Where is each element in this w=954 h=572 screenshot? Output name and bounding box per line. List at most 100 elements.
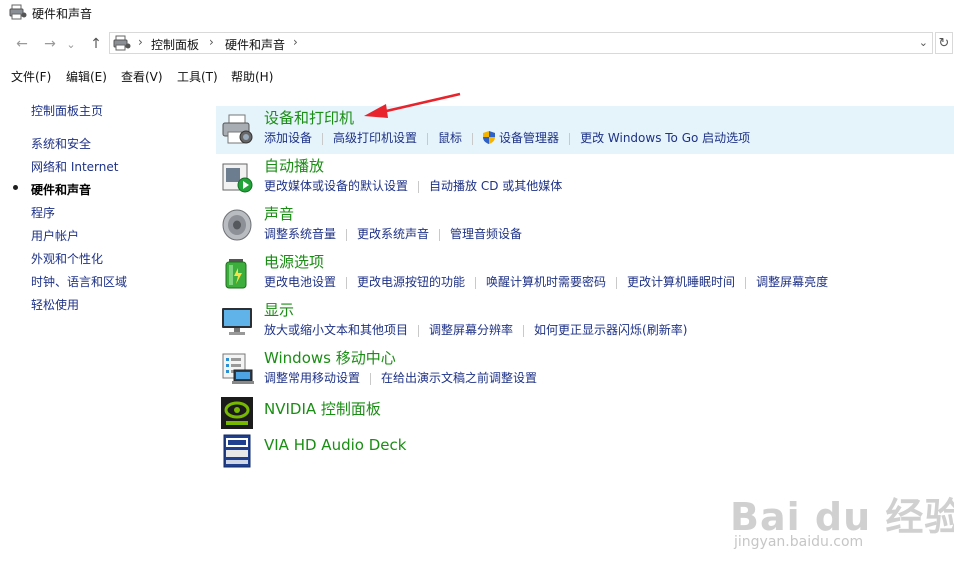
sidebar-item-ease-of-access[interactable]: 轻松使用 [31, 296, 79, 313]
category-title[interactable]: VIA HD Audio Deck [264, 436, 406, 454]
menu-help[interactable]: 帮助(H) [231, 68, 273, 85]
link-mouse[interactable]: 鼠标 [438, 131, 462, 145]
divider [346, 228, 348, 241]
mobility-center-icon [222, 353, 254, 384]
breadcrumb-chevron-icon[interactable]: › [138, 35, 143, 49]
back-button[interactable]: ← [12, 34, 32, 54]
watermark-url: jingyan.baidu.com [734, 534, 864, 550]
category-links: 更改电池设置 更改电源按钮的功能 唤醒计算机时需要密码 更改计算机睡眠时间 调整屏幕亮度 [264, 273, 828, 290]
breadcrumb-chevron-icon[interactable]: › [209, 35, 214, 49]
divider [346, 276, 348, 289]
category-title[interactable]: 声音 [264, 203, 294, 224]
link-device-manager[interactable]: 设备管理器 [499, 131, 559, 145]
category-title[interactable]: 设备和打印机 [264, 107, 354, 128]
link-change-sounds[interactable]: 更改系统声音 [357, 227, 429, 241]
link-adjust-volume[interactable]: 调整系统音量 [264, 227, 336, 241]
sidebar: 控制面板主页 系统和安全 网络和 Internet 硬件和声音 程序 用户帐户 … [0, 96, 210, 572]
up-button[interactable]: ↑ [86, 34, 106, 54]
speaker-icon [222, 209, 252, 241]
battery-icon [225, 259, 247, 289]
back-arrow-icon: ← [16, 36, 28, 52]
recent-locations-button[interactable]: ⌄ [64, 34, 78, 54]
category-links: 调整系统音量 更改系统声音 管理音频设备 [264, 225, 522, 242]
divider [523, 324, 525, 337]
shield-icon [483, 131, 496, 144]
divider [569, 132, 571, 145]
link-battery-settings[interactable]: 更改电池设置 [264, 275, 336, 289]
link-sleep-time[interactable]: 更改计算机睡眠时间 [627, 275, 735, 289]
control-panel-icon [113, 35, 131, 51]
sidebar-item-appearance[interactable]: 外观和个性化 [31, 250, 103, 267]
window-title: 硬件和声音 [32, 7, 93, 21]
up-arrow-icon: ↑ [90, 36, 102, 52]
menu-tools[interactable]: 工具(T) [177, 68, 218, 85]
divider [427, 132, 429, 145]
divider [439, 228, 441, 241]
divider [616, 276, 618, 289]
sidebar-item-clock-region[interactable]: 时钟、语言和区域 [31, 273, 127, 290]
address-dropdown-icon[interactable]: ⌄ [919, 36, 928, 49]
navigation-bar: ← → ⌄ ↑ › 控制面板 › 硬件和声音 › ⌄ ↻ [0, 30, 954, 58]
category-title[interactable]: Windows 移动中心 [264, 347, 396, 368]
link-presentation-settings[interactable]: 在给出演示文稿之前调整设置 [381, 371, 537, 385]
menu-file[interactable]: 文件(F) [11, 68, 51, 85]
menu-bar: 文件(F) 编辑(E) 查看(V) 工具(T) 帮助(H) [0, 64, 954, 86]
category-mobility-center: Windows 移动中心 调整常用移动设置 在给出演示文稿之前调整设置 [216, 346, 954, 394]
watermark-logo: Bai du 经验 [730, 495, 954, 539]
breadcrumb-control-panel[interactable]: 控制面板 [151, 36, 199, 53]
link-text-size[interactable]: 放大或缩小文本和其他项目 [264, 323, 408, 337]
divider [418, 180, 420, 193]
category-sound: 声音 调整系统音量 更改系统声音 管理音频设备 [216, 202, 954, 250]
menu-edit[interactable]: 编辑(E) [66, 68, 107, 85]
category-display: 显示 放大或缩小文本和其他项目 调整屏幕分辨率 如何更正显示器闪烁(刷新率) [216, 298, 954, 346]
divider [745, 276, 747, 289]
divider [370, 372, 372, 385]
link-mobility-settings[interactable]: 调整常用移动设置 [264, 371, 360, 385]
sidebar-item-home[interactable]: 控制面板主页 [31, 102, 103, 119]
printer-camera-icon [222, 114, 253, 144]
category-links: 添加设备 高级打印机设置 鼠标 设备管理器 更改 Windows To Go 启动选项 [264, 129, 750, 146]
category-title[interactable]: 电源选项 [264, 251, 324, 272]
nvidia-icon [221, 397, 253, 429]
category-title[interactable]: 显示 [264, 299, 294, 320]
menu-view[interactable]: 查看(V) [121, 68, 163, 85]
link-require-password[interactable]: 唤醒计算机时需要密码 [486, 275, 606, 289]
autoplay-icon [222, 163, 253, 193]
breadcrumb-chevron-icon[interactable]: › [293, 35, 298, 49]
category-links: 调整常用移动设置 在给出演示文稿之前调整设置 [264, 369, 537, 386]
category-links: 放大或缩小文本和其他项目 调整屏幕分辨率 如何更正显示器闪烁(刷新率) [264, 321, 687, 338]
breadcrumb-hardware-sound[interactable]: 硬件和声音 [225, 36, 285, 53]
link-autoplay-cd[interactable]: 自动播放 CD 或其他媒体 [429, 179, 562, 193]
link-windows-to-go[interactable]: 更改 Windows To Go 启动选项 [580, 131, 750, 145]
category-via-audio: VIA HD Audio Deck [216, 432, 954, 470]
sidebar-item-system-security[interactable]: 系统和安全 [31, 135, 91, 152]
sidebar-item-network[interactable]: 网络和 Internet [31, 158, 118, 175]
link-advanced-printer-setup[interactable]: 高级打印机设置 [333, 131, 417, 145]
category-title[interactable]: 自动播放 [264, 155, 324, 176]
forward-arrow-icon: → [44, 36, 56, 52]
divider [472, 132, 474, 145]
refresh-button[interactable]: ↻ [935, 32, 953, 54]
category-title[interactable]: NVIDIA 控制面板 [264, 398, 381, 419]
monitor-icon [222, 308, 252, 335]
sidebar-item-programs[interactable]: 程序 [31, 204, 55, 221]
category-power-options: 电源选项 更改电池设置 更改电源按钮的功能 唤醒计算机时需要密码 更改计算机睡眠时间 调… [216, 250, 954, 298]
link-change-media-defaults[interactable]: 更改媒体或设备的默认设置 [264, 179, 408, 193]
address-bar[interactable]: › 控制面板 › 硬件和声音 › ⌄ [109, 32, 933, 54]
link-manage-audio-devices[interactable]: 管理音频设备 [450, 227, 522, 241]
sidebar-item-user-accounts[interactable]: 用户帐户 [31, 227, 79, 244]
annotation-arrow-icon [364, 92, 461, 118]
forward-button[interactable]: → [40, 34, 60, 54]
link-screen-brightness[interactable]: 调整屏幕亮度 [756, 275, 828, 289]
divider [475, 276, 477, 289]
link-refresh-rate[interactable]: 如何更正显示器闪烁(刷新率) [534, 323, 687, 337]
refresh-icon: ↻ [938, 35, 950, 51]
sidebar-item-hardware-sound[interactable]: 硬件和声音 [31, 181, 91, 198]
divider [418, 324, 420, 337]
link-power-button[interactable]: 更改电源按钮的功能 [357, 275, 465, 289]
link-add-device[interactable]: 添加设备 [264, 131, 312, 145]
via-audio-icon [223, 434, 251, 468]
printer-speaker-icon [9, 4, 27, 20]
category-autoplay: 自动播放 更改媒体或设备的默认设置 自动播放 CD 或其他媒体 [216, 154, 954, 202]
link-resolution[interactable]: 调整屏幕分辨率 [429, 323, 513, 337]
